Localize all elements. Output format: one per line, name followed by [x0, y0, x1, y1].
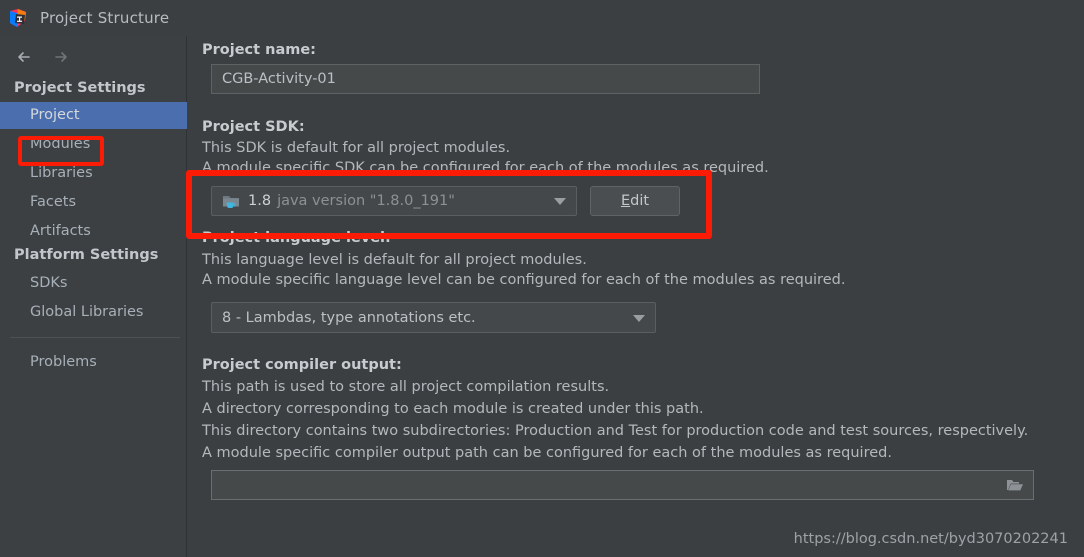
sidebar-item-artifacts[interactable]: Artifacts — [0, 218, 187, 245]
sidebar-item-label: Modules — [30, 136, 91, 152]
project-name-input[interactable]: CGB-Activity-01 — [211, 64, 760, 94]
language-level-description-line-1: This language level is default for all p… — [202, 252, 587, 268]
title-bar: Project Structure — [0, 0, 1084, 36]
project-sdk-version: 1.8 — [248, 193, 272, 209]
compiler-output-description-line-2: A directory corresponding to each module… — [202, 401, 704, 417]
compiler-output-input[interactable] — [211, 470, 1034, 500]
arrow-right-icon[interactable] — [48, 44, 74, 70]
sidebar-item-libraries[interactable]: Libraries — [0, 160, 187, 187]
edit-button-label-rest: dit — [630, 193, 650, 209]
sidebar-item-label: SDKs — [30, 275, 68, 291]
sidebar-item-global-libraries[interactable]: Global Libraries — [0, 299, 187, 326]
sidebar-item-label: Artifacts — [30, 223, 91, 239]
sidebar-item-modules[interactable]: Modules — [0, 131, 187, 158]
language-level-value: 8 - Lambdas, type annotations etc. — [222, 309, 476, 326]
arrow-left-icon[interactable] — [12, 44, 38, 70]
project-sdk-label: Project SDK: — [202, 119, 305, 135]
language-level-description-line-2: A module specific language level can be … — [202, 272, 846, 288]
edit-sdk-button[interactable]: Edit — [590, 186, 680, 216]
project-name-value: CGB-Activity-01 — [222, 71, 336, 87]
project-sdk-dropdown[interactable]: 1.8 java version "1.8.0_191" — [211, 186, 577, 216]
navigation-arrows — [12, 44, 172, 70]
sidebar-item-label: Global Libraries — [30, 304, 144, 320]
intellij-idea-icon — [8, 8, 28, 28]
project-sdk-description-line-2: A module specific SDK can be configured … — [202, 160, 769, 176]
sidebar-divider — [10, 337, 180, 338]
chevron-down-icon[interactable] — [554, 198, 566, 205]
sidebar-group-project-settings: Project Settings — [14, 80, 146, 96]
compiler-output-description-line-4: A module specific compiler output path c… — [202, 445, 892, 461]
sidebar-item-project[interactable]: Project — [0, 102, 187, 129]
folder-open-icon[interactable] — [1006, 477, 1024, 493]
sidebar-group-platform-settings: Platform Settings — [14, 247, 159, 263]
edit-button-mnemonic: E — [620, 193, 631, 209]
sidebar-item-label: Project — [30, 107, 80, 123]
main-panel: Project name: CGB-Activity-01 Project SD… — [188, 36, 1084, 557]
language-level-label: Project language level: — [202, 230, 391, 246]
window-title: Project Structure — [40, 9, 170, 27]
sidebar-item-label: Problems — [30, 354, 97, 370]
sidebar-item-facets[interactable]: Facets — [0, 189, 187, 216]
compiler-output-description-line-1: This path is used to store all project c… — [202, 379, 610, 395]
project-name-label: Project name: — [202, 42, 316, 58]
jdk-folder-icon — [222, 193, 241, 210]
language-level-dropdown[interactable]: 8 - Lambdas, type annotations etc. — [211, 302, 656, 333]
compiler-output-label: Project compiler output: — [202, 357, 402, 373]
compiler-output-description-line-3: This directory contains two subdirectori… — [202, 423, 1029, 439]
sidebar-item-sdks[interactable]: SDKs — [0, 270, 187, 297]
sidebar-item-label: Libraries — [30, 165, 93, 181]
watermark: https://blog.csdn.net/byd3070202241 — [793, 531, 1068, 547]
sidebar: Project Settings Project Modules Librari… — [0, 36, 187, 557]
sidebar-item-problems[interactable]: Problems — [0, 349, 187, 376]
project-sdk-path: java version "1.8.0_191" — [277, 193, 455, 209]
project-sdk-description-line-1: This SDK is default for all project modu… — [202, 140, 511, 156]
chevron-down-icon[interactable] — [633, 314, 645, 322]
sidebar-item-label: Facets — [30, 194, 77, 210]
